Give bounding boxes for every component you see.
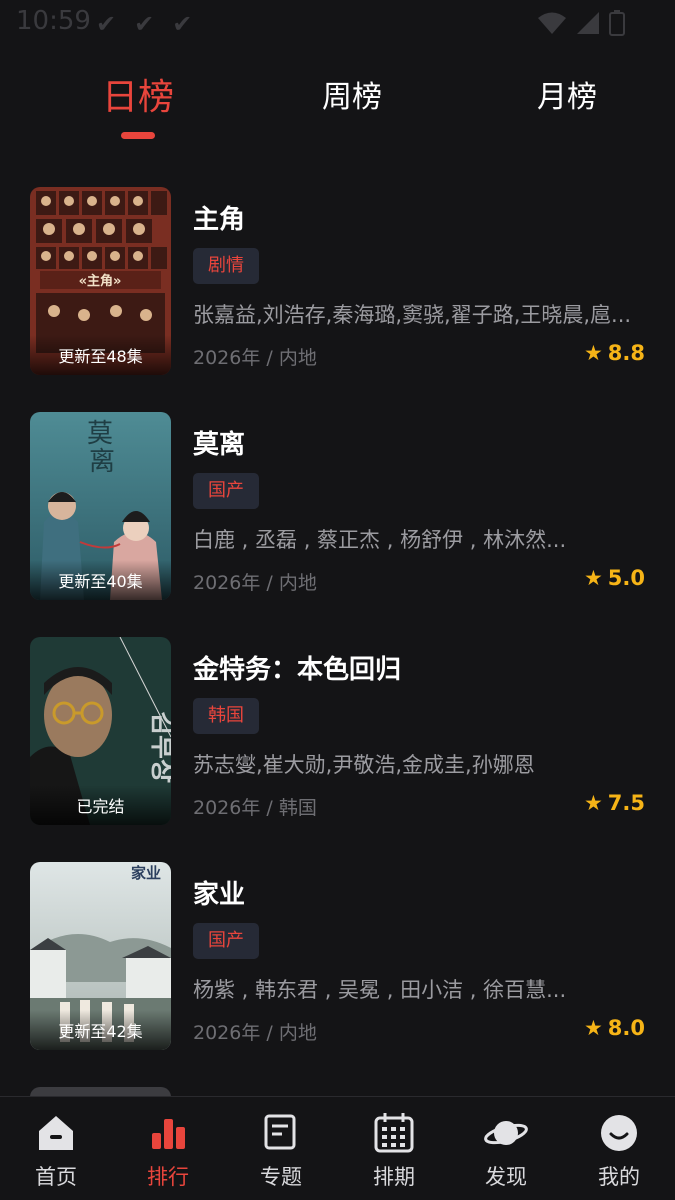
bottom-nav: 首页 排行 专题 排期 发现 我的 [0,1096,675,1200]
ranking-icon [152,1119,185,1149]
list-item[interactable]: «主角» 更新至48集 主角 剧情 张嘉益,刘浩存,秦海璐,窦骁,翟子路,王晓晨… [0,187,675,377]
cast-list: 张嘉益,刘浩存,秦海璐,窦骁,翟子路,王晓晨,扈... [193,303,632,327]
nav-schedule[interactable]: 排期 [338,1111,450,1191]
cast-list: 杨紫 , 韩东君 , 吴冕 , 田小洁 , 徐百慧... [193,978,567,1002]
year-region: 2026年 / 内地 [193,347,317,369]
item-title[interactable]: 主角 [193,199,245,236]
genre-tag[interactable]: 国产 [193,473,259,509]
battery-icon [609,10,625,36]
list-item[interactable]: 莫 离 更新至40集 莫离 国产 白鹿 , 丞磊 , 蔡正杰 , 杨舒伊 , 林… [0,412,675,602]
episode-badge: 更新至42集 [30,1010,171,1050]
rating: ★ 8.0 [584,1016,645,1040]
star-icon: ★ [583,566,603,590]
svg-text:김부장: 김부장 [147,711,171,783]
nav-discover[interactable]: 发现 [450,1111,562,1191]
nav-label: 排期 [373,1165,415,1189]
tab-indicator [121,132,155,139]
nav-profile[interactable]: 我的 [563,1111,675,1191]
nav-label: 排行 [147,1165,189,1189]
planet-icon [484,1121,528,1145]
topic-icon [264,1114,296,1150]
genre-tag[interactable]: 剧情 [193,248,259,284]
item-title[interactable]: 家业 [193,874,245,911]
system-icons [537,10,625,36]
check-icon: ✔ [134,10,155,38]
episode-badge: 已完结 [30,785,171,825]
rating-value: 8.8 [607,341,645,365]
cast-list: 苏志燮,崔大勋,尹敬浩,金成圭,孙娜恩 [193,753,535,777]
svg-text:家业: 家业 [131,864,161,882]
svg-text:«主角»: «主角» [79,273,122,289]
year-region: 2026年 / 内地 [193,572,317,594]
genre-tag[interactable]: 韩国 [193,698,259,734]
poster-image[interactable]: «主角» 更新至48集 [30,187,171,375]
poster-image[interactable]: 家业 更新至42集 [30,862,171,1050]
year-region: 2026年 / 韩国 [193,797,317,819]
cast-list: 白鹿 , 丞磊 , 蔡正杰 , 杨舒伊 , 林沐然... [193,528,567,552]
rating: ★ 8.8 [584,341,645,365]
check-icon: ✔ [172,10,193,38]
genre-tag[interactable]: 国产 [193,923,259,959]
svg-text:莫: 莫 [87,419,113,449]
notification-icons: ✔ ✔ ✔ [96,10,192,38]
rating-value: 5.0 [607,566,645,590]
tab-monthly[interactable]: 月榜 [497,72,637,116]
rating: ★ 5.0 [584,566,645,590]
item-title[interactable]: 金特务：本色回归 [193,649,401,686]
calendar-icon [374,1113,414,1153]
check-icon: ✔ [96,10,117,38]
wifi-icon [538,12,566,34]
status-time: 10:59 [16,6,91,36]
nav-ranking[interactable]: 排行 [112,1111,224,1191]
nav-topics[interactable]: 专题 [225,1111,337,1191]
nav-label: 我的 [598,1165,640,1189]
item-title[interactable]: 莫离 [193,424,245,461]
profile-icon [601,1115,637,1151]
nav-label: 发现 [485,1165,527,1189]
list-item[interactable]: 김부장 已完结 金特务：本色回归 韩国 苏志燮,崔大勋,尹敬浩,金成圭,孙娜恩 … [0,637,675,827]
rating-value: 8.0 [607,1016,645,1040]
rating: ★ 7.5 [584,791,645,815]
poster-image[interactable]: 김부장 已完结 [30,637,171,825]
home-icon [39,1116,73,1150]
tab-weekly[interactable]: 周榜 [282,72,422,116]
nav-label: 首页 [35,1165,77,1189]
episode-badge: 更新至48集 [30,335,171,375]
svg-text:离: 离 [89,447,115,477]
signal-icon [577,12,599,34]
ranking-tabs: 日榜 周榜 月榜 [0,72,675,152]
poster-image[interactable]: 莫 离 更新至40集 [30,412,171,600]
status-bar: 10:59 ✔ ✔ ✔ [0,0,675,46]
star-icon: ★ [583,1016,603,1040]
nav-home[interactable]: 首页 [0,1111,112,1191]
episode-badge: 更新至40集 [30,560,171,600]
rating-value: 7.5 [607,791,645,815]
list-item[interactable]: 家业 更新至42集 家业 国产 杨紫 , 韩东君 , 吴冕 , 田小洁 , 徐百… [0,862,675,1052]
nav-label: 专题 [260,1165,302,1189]
star-icon: ★ [583,791,603,815]
year-region: 2026年 / 内地 [193,1022,317,1044]
tab-daily[interactable]: 日榜 [68,68,208,120]
star-icon: ★ [583,341,603,365]
